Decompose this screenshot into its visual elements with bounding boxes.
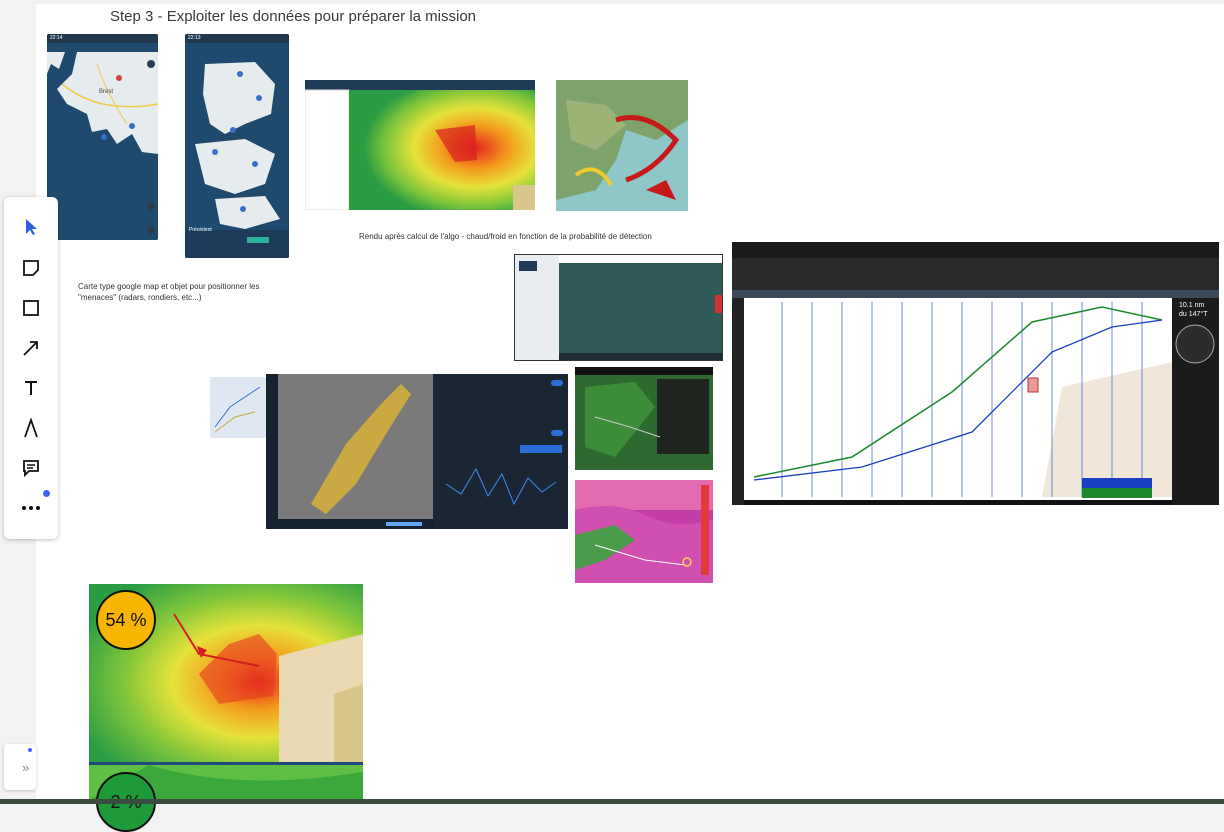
status-bar: 22:14 xyxy=(47,34,158,43)
satellite-forecast-image xyxy=(575,375,713,470)
map-image xyxy=(47,34,158,240)
status-time: 22:13 xyxy=(188,35,201,41)
analysis-image xyxy=(266,374,568,529)
panel-label: Précédent xyxy=(189,227,212,233)
notification-dot xyxy=(43,490,50,497)
select-icon xyxy=(26,219,37,235)
arrow-icon xyxy=(23,341,38,356)
caption-map: Carte type google map et objet pour posi… xyxy=(78,282,260,302)
satellite-app-screenshot xyxy=(514,254,723,361)
probability-forecast-image xyxy=(575,480,713,583)
analysis-app-screenshot xyxy=(266,374,568,529)
routing-software-screenshot: 10.1 nm du 147°T xyxy=(732,242,1219,505)
heatmap-image xyxy=(305,80,535,210)
status-time: 22:14 xyxy=(50,35,63,41)
probability-badge-high: 54 % xyxy=(96,590,156,650)
chevron-double-right-icon: » xyxy=(22,760,30,775)
sticky-note-tool[interactable] xyxy=(16,253,46,283)
pen-icon xyxy=(24,418,38,438)
satellite-image xyxy=(515,255,722,360)
phone-threat-map: 22:13 Précédent xyxy=(185,34,289,258)
arrow-tool[interactable] xyxy=(16,333,46,363)
comment-icon xyxy=(23,460,39,477)
rectangle-tool[interactable] xyxy=(16,293,46,323)
heatmap-app-screenshot xyxy=(305,80,535,210)
expand-dot xyxy=(28,748,32,752)
route-thumbnail xyxy=(210,377,266,438)
more-icon xyxy=(22,506,40,510)
pen-tool[interactable] xyxy=(16,413,46,443)
text-icon xyxy=(25,381,37,395)
rectangle-icon xyxy=(23,300,39,316)
routing-image xyxy=(732,242,1219,505)
text-tool[interactable] xyxy=(16,373,46,403)
terrain-image xyxy=(556,80,688,211)
satellite-forecast-screenshot xyxy=(575,367,713,470)
taskbar-strip xyxy=(0,799,1224,804)
sticky-note-icon xyxy=(23,260,39,276)
readout-bearing: du 147°T xyxy=(1179,311,1208,318)
phone-map-screenshot: 22:14 Brest xyxy=(47,34,158,240)
select-tool[interactable] xyxy=(16,212,46,242)
expand-panel-button[interactable]: » xyxy=(4,744,36,790)
map-city-label: Brest xyxy=(99,89,114,95)
drawing-toolbar xyxy=(4,197,58,539)
board-title: Step 3 - Exploiter les données pour prép… xyxy=(110,8,477,25)
threat-map-image xyxy=(185,34,289,258)
comment-tool[interactable] xyxy=(16,453,46,483)
status-bar: 22:13 xyxy=(185,34,289,43)
readout-distance: 10.1 nm xyxy=(1179,302,1205,309)
probability-forecast-screenshot xyxy=(575,480,713,583)
terrain-map-screenshot xyxy=(556,80,688,211)
caption-algo: Rendu après calcul de l'algo - chaud/fro… xyxy=(359,232,652,241)
more-tools-button[interactable] xyxy=(16,493,46,523)
route-thumbnail-image xyxy=(210,377,266,438)
